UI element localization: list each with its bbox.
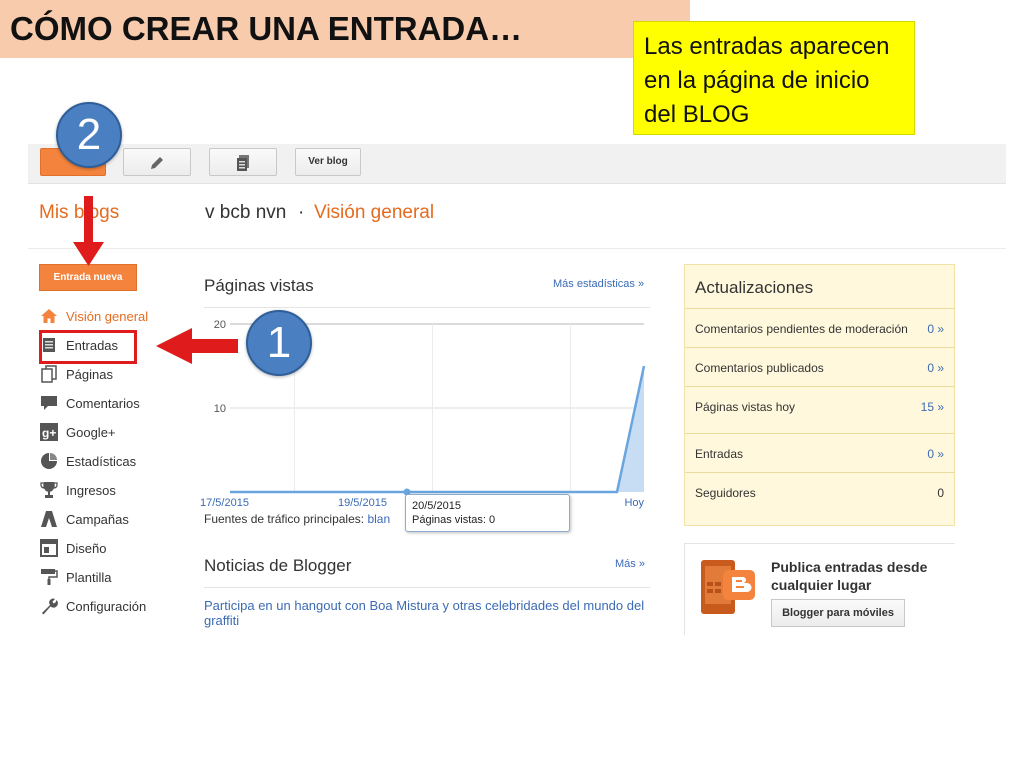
sidebar-item-google-plus[interactable]: g+ Google+ — [39, 421, 116, 443]
section-title: Visión general — [314, 202, 435, 223]
sidebar-item-pages[interactable]: Páginas — [39, 363, 113, 385]
sidebar-item-label: Páginas — [66, 366, 113, 382]
step-badge-1: 1 — [246, 310, 312, 376]
update-label: Comentarios pendientes de moderación — [695, 322, 908, 336]
mobile-promo-text: Publica entradas desde cualquier lugar — [771, 559, 928, 593]
update-label: Comentarios publicados — [695, 361, 824, 375]
pie-chart-icon — [39, 451, 59, 471]
google-plus-icon: g+ — [39, 422, 59, 442]
traffic-sources: Fuentes de tráfico principales: blan — [204, 512, 414, 526]
slide-title-bar: CÓMO CREAR UNA ENTRADA… — [0, 0, 690, 58]
pageviews-divider — [204, 307, 650, 308]
update-value-link[interactable]: 0 » — [918, 319, 944, 339]
campaign-icon — [39, 509, 59, 529]
news-item-link[interactable]: Participa en un hangout con Boa Mistura … — [204, 598, 650, 628]
sidebar-item-overview[interactable]: Visión general — [39, 305, 148, 327]
layout-icon — [39, 538, 59, 558]
more-stats-link[interactable]: Más estadísticas » — [553, 278, 644, 290]
sidebar-item-label: Estadísticas — [66, 453, 137, 469]
callout-note: Las entradas aparecen en la página de in… — [633, 21, 915, 135]
sidebar-item-label: Visión general — [66, 308, 149, 324]
news-title: Noticias de Blogger — [204, 556, 352, 575]
traffic-sources-label: Fuentes de tráfico principales: — [204, 512, 365, 526]
sidebar-item-earnings[interactable]: Ingresos — [39, 479, 116, 501]
step-badge-2: 2 — [56, 102, 122, 168]
sidebar-item-label: Google+ — [66, 424, 116, 440]
sidebar-item-label: Plantilla — [66, 569, 112, 585]
sidebar-item-label: Comentarios — [66, 395, 140, 411]
update-value-link[interactable]: 0 » — [918, 358, 944, 378]
mobile-promo: Publica entradas desde cualquier lugar B… — [684, 543, 955, 635]
tooltip-date: 20/5/2015 — [412, 500, 461, 512]
sidebar-item-campaigns[interactable]: Campañas — [39, 508, 129, 530]
traffic-source-link[interactable]: blan — [367, 512, 390, 526]
home-icon — [39, 306, 59, 326]
x-tick-label: 19/5/2015 — [338, 497, 387, 509]
new-post-button[interactable]: Entrada nueva — [39, 264, 137, 291]
sidebar-item-layout[interactable]: Diseño — [39, 537, 106, 559]
edit-button[interactable] — [123, 148, 191, 176]
series-area — [230, 366, 644, 492]
pages-icon — [237, 155, 249, 171]
update-label: Entradas — [695, 447, 744, 461]
update-row-followers: Seguidores 0 — [685, 473, 954, 511]
series-line — [230, 365, 646, 494]
blogger-dashboard: Ver blog Mis blogs v bcb nvn · Visión ge… — [28, 140, 1006, 635]
update-row-pageviews-today: Páginas vistas hoy 15 » — [685, 387, 954, 434]
x-tick-label: 17/5/2015 — [200, 497, 249, 509]
update-row-published-comments: Comentarios publicados 0 » — [685, 348, 954, 387]
sidebar-item-label: Campañas — [66, 511, 129, 527]
update-row-posts: Entradas 0 » — [685, 434, 954, 473]
paint-roller-icon — [39, 567, 59, 587]
tooltip-value: Páginas vistas: 0 — [412, 514, 496, 526]
sidebar-item-label: Ingresos — [66, 482, 116, 498]
chart-tooltip: 20/5/2015 Páginas vistas: 0 — [405, 494, 570, 532]
sidebar-item-label: Configuración — [66, 598, 147, 614]
view-blog-button[interactable]: Ver blog — [295, 148, 361, 176]
header-separator: · — [298, 202, 305, 223]
y-tick-label: 10 — [214, 403, 226, 415]
wrench-icon — [39, 596, 59, 616]
sidebar-item-template[interactable]: Plantilla — [39, 566, 112, 588]
comment-icon — [39, 393, 59, 413]
update-value: 0 — [937, 486, 944, 500]
svg-text:g+: g+ — [42, 426, 56, 440]
updates-title: Actualizaciones — [685, 265, 954, 309]
slide-title: CÓMO CREAR UNA ENTRADA… — [10, 10, 523, 47]
update-label: Páginas vistas hoy — [695, 400, 796, 414]
header-divider — [28, 248, 1006, 249]
news-divider — [204, 587, 650, 588]
updates-panel: Actualizaciones Comentarios pendientes d… — [684, 264, 955, 526]
blogger-mobile-button[interactable]: Blogger para móviles — [771, 599, 905, 627]
blogger-mobile-icon — [701, 560, 755, 614]
news-more-link[interactable]: Más » — [615, 558, 645, 570]
update-label: Seguidores — [695, 486, 756, 500]
my-blogs-link[interactable]: Mis blogs — [39, 202, 119, 224]
top-toolbar: Ver blog — [28, 144, 1006, 184]
sidebar-item-settings[interactable]: Configuración — [39, 595, 146, 617]
trophy-icon — [39, 480, 59, 500]
update-value-link[interactable]: 15 » — [918, 397, 944, 417]
pages-icon — [39, 364, 59, 384]
sidebar-item-stats[interactable]: Estadísticas — [39, 450, 136, 472]
sidebar-item-comments[interactable]: Comentarios — [39, 392, 140, 414]
x-tick-label: Hoy — [624, 497, 644, 509]
posts-highlight-box — [39, 330, 137, 364]
blog-name: v bcb nvn — [205, 202, 287, 223]
update-value-link[interactable]: 0 » — [918, 444, 944, 464]
y-tick-label: 20 — [214, 319, 226, 331]
pageviews-title: Páginas vistas — [204, 276, 314, 295]
pencil-icon — [151, 157, 163, 169]
sidebar-item-label: Diseño — [66, 540, 107, 556]
pages-button[interactable] — [209, 148, 277, 176]
update-row-pending-comments: Comentarios pendientes de moderación 0 » — [685, 309, 954, 348]
